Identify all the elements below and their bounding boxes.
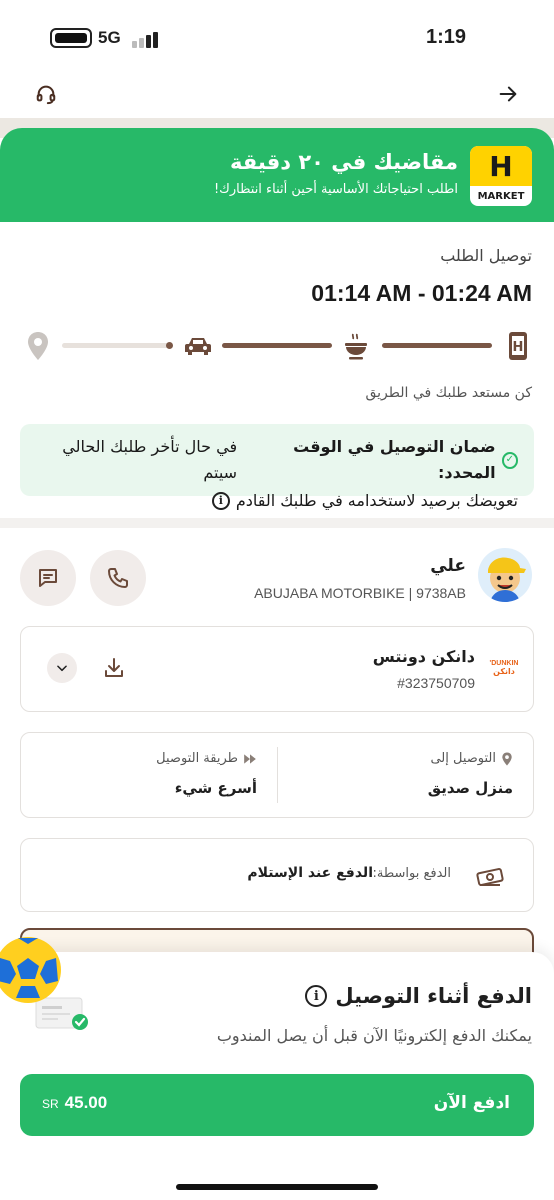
- store-order-card: DUNKIN' دانكن دانكن دونتس #323750709: [20, 626, 534, 712]
- store-name: دانكن دونتس: [372, 647, 475, 666]
- food-bowl-icon: [340, 330, 372, 362]
- track-segment-done: [382, 343, 492, 348]
- delivery-section: توصيل الطلب 01:14 AM - 01:24 AM H كن مست…: [0, 222, 554, 518]
- banner-subtitle: اطلب احتياجاتك الأساسية أحين أثناء انتظا…: [213, 182, 458, 197]
- sheet-title: الدفع أثناء التوصيل: [335, 984, 532, 1008]
- delivery-method-label: طريقة التوصيل: [156, 751, 238, 766]
- chat-icon: [39, 569, 57, 587]
- ball-illustration: [0, 934, 64, 1006]
- delivery-method-value: أسرع شيء: [174, 779, 257, 797]
- guarantee-text: في حال تأخر طلبك الحالي سيتم: [62, 437, 238, 482]
- arrow-right-icon[interactable]: [492, 78, 524, 110]
- guarantee-title: ضمان التوصيل في الوقت المحدد:: [293, 437, 496, 482]
- location-pin-icon: [22, 330, 54, 362]
- call-driver-button[interactable]: [90, 550, 146, 606]
- info-icon[interactable]: i: [305, 985, 328, 1007]
- sheet-subtitle: يمكنك الدفع إلكترونيًا الآن قبل أن يصل ا…: [216, 1026, 532, 1045]
- pay-now-label: ادفع الآن: [433, 1093, 510, 1113]
- phone-h-icon: H: [502, 330, 534, 362]
- track-progress-dot: [166, 342, 173, 349]
- section-divider: [0, 518, 554, 528]
- status-time: 1:19: [425, 26, 466, 48]
- banner-title: مقاضيك في ٢٠ دقيقة: [230, 150, 458, 174]
- delivery-status: كن مستعد طلبك في الطريق: [365, 385, 532, 401]
- dunkin-logo: DUNKIN' دانكن: [489, 660, 519, 676]
- delivery-destination[interactable]: التوصيل إلى منزل صديق: [277, 733, 533, 817]
- location-pin-icon: [502, 751, 512, 766]
- status-bar: 5G 1:19: [0, 0, 554, 70]
- car-icon: [182, 330, 214, 362]
- battery-icon: [50, 28, 92, 48]
- phone-icon: [108, 568, 128, 588]
- driver-name: علي: [430, 556, 466, 576]
- order-number: #323750709: [397, 675, 475, 691]
- payment-label: الدفع بواسطة:: [372, 866, 451, 881]
- pay-on-delivery-sheet: الدفع أثناء التوصيل i يمكنك الدفع إلكترو…: [0, 952, 554, 1200]
- payment-value: الدفع عند الإستلام: [247, 865, 373, 881]
- delivery-to-label: التوصيل إلى: [430, 751, 496, 766]
- headset-icon[interactable]: [30, 78, 62, 110]
- delivery-time-window: 01:14 AM - 01:24 AM: [311, 280, 532, 306]
- order-tracker: H: [0, 322, 554, 372]
- driver-section: علي ABUJABA MOTORBIKE | 9738AB: [0, 528, 554, 618]
- network-label: 5G: [98, 28, 121, 47]
- payment-method-card: الدفع بواسطة: الدفع عند الإستلام: [20, 838, 534, 912]
- pay-now-button[interactable]: ادفع الآن SR 45.00: [20, 1074, 534, 1136]
- fast-forward-icon: [244, 753, 256, 764]
- signal-icon: [128, 30, 164, 48]
- info-icon[interactable]: i: [211, 492, 230, 510]
- delivery-method[interactable]: طريقة التوصيل أسرع شيء: [21, 733, 277, 817]
- delivery-guarantee: ✓ ضمان التوصيل في الوقت المحدد: في حال ت…: [20, 424, 534, 510]
- pay-amount: SR 45.00: [42, 1093, 108, 1112]
- chat-driver-button[interactable]: [20, 550, 76, 606]
- track-segment-done: [222, 343, 332, 348]
- driver-vehicle: ABUJABA MOTORBIKE | 9738AB: [254, 585, 466, 601]
- svg-text:H: H: [513, 340, 524, 355]
- hmarket-banner[interactable]: H MARKET مقاضيك في ٢٠ دقيقة اطلب احتياجا…: [0, 128, 554, 222]
- delivery-label: توصيل الطلب: [440, 246, 532, 265]
- hmarket-logo: H MARKET: [470, 146, 532, 206]
- download-icon[interactable]: [99, 653, 129, 683]
- delivery-to-value: منزل صديق: [427, 779, 513, 797]
- guarantee-text-2: تعويضك برصيد لاستخدامه في طلبك القادم: [235, 491, 518, 510]
- home-indicator: [176, 1184, 378, 1190]
- divider: [277, 747, 278, 803]
- driver-avatar: [478, 548, 532, 602]
- top-nav: [0, 70, 554, 120]
- track-segment-pending: [62, 343, 172, 348]
- chevron-down-icon[interactable]: [47, 653, 77, 683]
- delivery-info-card: التوصيل إلى منزل صديق طريقة التوصيل أسرع…: [20, 732, 534, 818]
- check-circle-icon: ✓: [501, 451, 518, 469]
- cash-icon: [473, 859, 507, 893]
